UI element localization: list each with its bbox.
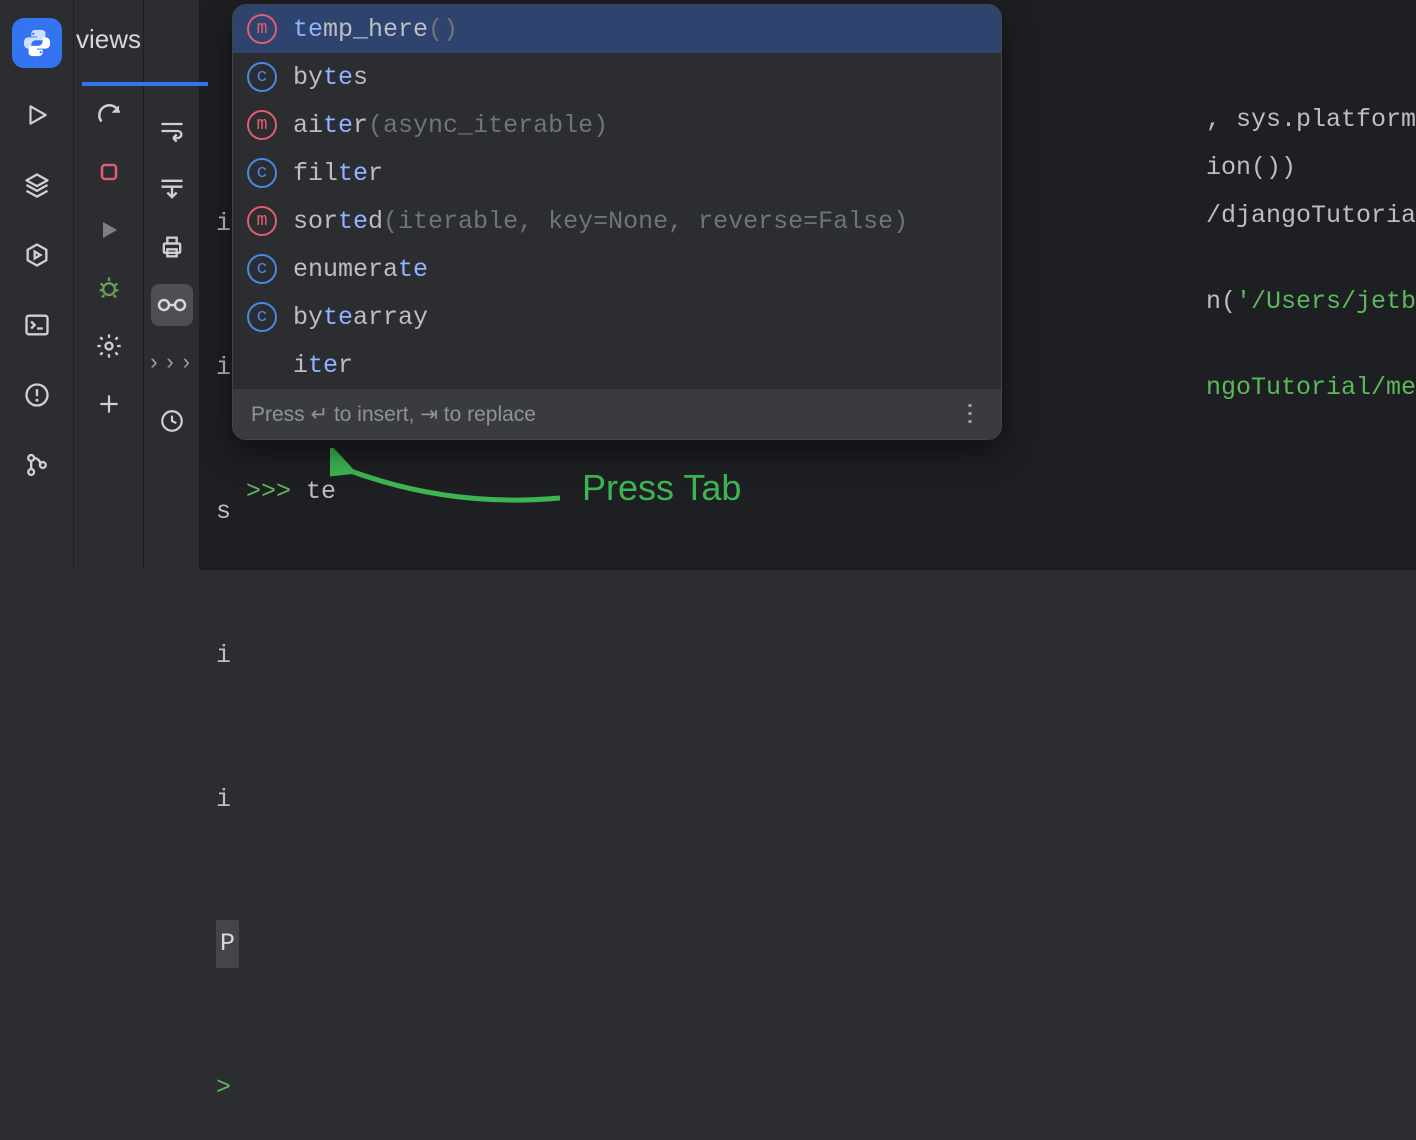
completion-text: filter	[293, 159, 383, 188]
code-fragment: /djangoTutorial', '/Users/	[1206, 192, 1416, 240]
class-kind-icon: c	[247, 62, 277, 92]
history-icon[interactable]	[151, 400, 193, 442]
vcs-icon[interactable]	[14, 442, 60, 488]
completion-item[interactable]: c enumerate	[233, 245, 1001, 293]
console-prompt: >>>	[246, 477, 306, 506]
completion-text: bytearray	[293, 303, 428, 332]
python-console-icon[interactable]	[12, 18, 62, 68]
completion-hint: Press ↵ to insert, ⇥ to replace	[251, 402, 536, 427]
completion-item[interactable]: m temp_here()	[233, 5, 1001, 53]
print-icon[interactable]	[151, 226, 193, 268]
class-kind-icon: c	[247, 302, 277, 332]
method-kind-icon: m	[247, 206, 277, 236]
completion-text: aiter(async_iterable)	[293, 111, 608, 140]
class-kind-icon: c	[247, 254, 277, 284]
scroll-to-end-icon[interactable]	[151, 168, 193, 210]
stop-icon[interactable]	[86, 152, 132, 192]
completion-footer: Press ↵ to insert, ⇥ to replace ⋯	[233, 389, 1001, 439]
code-completion-popup[interactable]: mtemp_here()cbytesmaiter(async_iterable)…	[232, 4, 1002, 440]
tab-active-indicator	[82, 82, 208, 86]
soft-wrap-icon[interactable]	[151, 110, 193, 152]
method-kind-icon: m	[247, 110, 277, 140]
completion-text: enumerate	[293, 255, 428, 284]
completion-more-icon[interactable]: ⋯	[957, 400, 983, 429]
left-tool-rail	[0, 0, 74, 570]
completion-text: sorted(iterable, key=None, reverse=False…	[293, 207, 908, 236]
services-icon[interactable]	[14, 232, 60, 278]
completion-item[interactable]: m sorted(iterable, key=None, reverse=Fals…	[233, 197, 1001, 245]
completion-item[interactable]: cbytes	[233, 53, 1001, 101]
layers-icon[interactable]	[14, 162, 60, 208]
run-icon[interactable]	[14, 92, 60, 138]
completion-item[interactable]: c bytearray	[233, 293, 1001, 341]
class-kind-icon: c	[247, 158, 277, 188]
code-fragment: ion())	[1206, 144, 1296, 192]
problems-icon[interactable]	[14, 372, 60, 418]
completion-item[interactable]: m aiter(async_iterable)	[233, 101, 1001, 149]
debug-icon[interactable]	[86, 268, 132, 308]
completion-item[interactable]: cfilter	[233, 149, 1001, 197]
rerun-icon[interactable]	[86, 94, 132, 134]
run-solid-icon[interactable]	[86, 210, 132, 250]
add-icon[interactable]	[86, 384, 132, 424]
completion-item[interactable]: iter	[233, 341, 1001, 389]
console-input-line[interactable]: >>> te	[216, 448, 336, 506]
variables-icon[interactable]	[151, 284, 193, 326]
completion-text: bytes	[293, 63, 368, 92]
terminal-icon[interactable]	[14, 302, 60, 348]
completion-text: iter	[293, 351, 353, 380]
blank-kind-icon	[247, 350, 277, 380]
completion-text: temp_here()	[293, 15, 458, 44]
console-tab[interactable]: views	[74, 14, 143, 64]
code-fragment: , sys.platform))	[1206, 96, 1416, 144]
settings-icon[interactable]	[86, 326, 132, 366]
console-typed-text: te	[306, 477, 336, 506]
method-kind-icon: m	[247, 14, 277, 44]
code-fragment: ngoTutorial/meteo/views.py	[1206, 364, 1416, 412]
more-icon[interactable]: ›››	[151, 342, 193, 384]
console-tab-label: views	[76, 24, 141, 55]
code-fragment: n('/Users/jetbrains/Pychar	[1206, 278, 1416, 326]
